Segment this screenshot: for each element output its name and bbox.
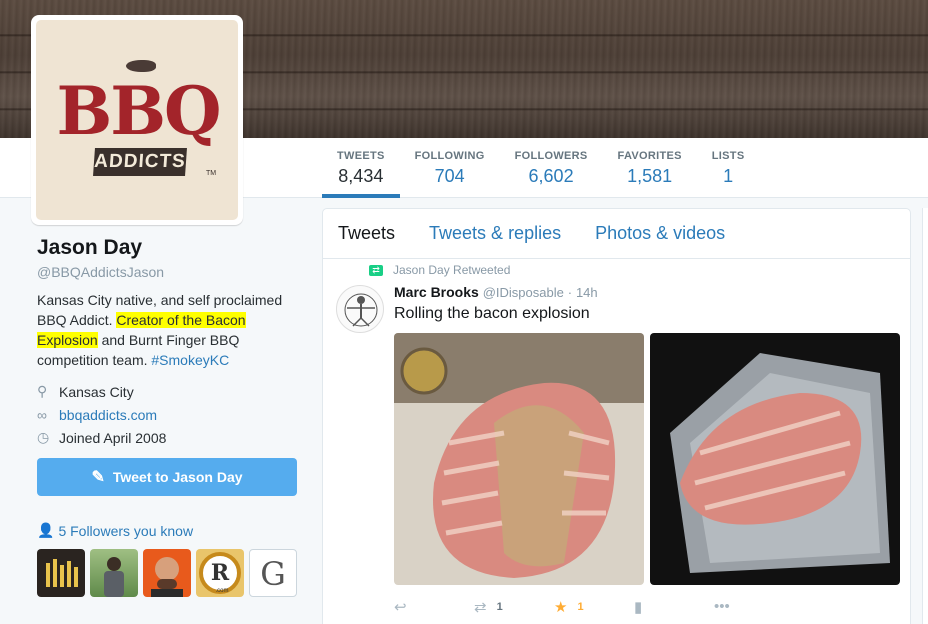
stat-label: FAVORITES [617,150,682,162]
g-logo-letter: G [260,555,286,593]
bacon-foil-photo [650,333,900,585]
follower-avatar-r-logo[interactable]: R .com [196,549,244,597]
bald-man-icon [151,557,183,597]
stat-tweets[interactable]: TWEETS 8,434 [322,138,400,198]
follower-avatar-bars[interactable] [37,549,85,597]
retweet-icon: ⇄ [369,264,383,276]
retweet-action-icon: ⇄ [474,599,487,616]
stat-lists[interactable]: LISTS 1 [697,138,760,198]
profile-stats: TWEETS 8,434 FOLLOWING 704 FOLLOWERS 6,6… [322,138,759,198]
bbq-addicts-logo: BBQ ADDICTS TM [36,20,238,220]
bio-highlight: Creator of the Bacon [116,312,246,328]
quill-icon: ✎ [91,469,105,486]
profile-handle[interactable]: @BBQAddictsJason [37,264,302,280]
bars-logo-icon [46,559,78,587]
stat-label: FOLLOWERS [514,150,588,162]
person-photo-icon [104,557,124,597]
favorite-button[interactable]: ★ 1 [554,598,584,616]
retweet-label[interactable]: Jason Day Retweeted [393,263,510,277]
link-icon: ∞ [37,406,47,423]
r-logo-icon: R .com [199,552,241,594]
retweet-context: ⇄ Jason Day Retweeted [369,263,510,277]
logo-bbq-text: BBQ [56,72,221,150]
stat-label: TWEETS [337,150,385,162]
website-row: ∞ bbqaddicts.com [37,403,302,426]
star-icon: ★ [554,599,568,616]
profile-avatar[interactable]: BBQ ADDICTS TM [31,15,243,225]
retweet-button[interactable]: ⇄ 1 [474,598,503,616]
tweet-author-avatar[interactable] [336,285,384,333]
r-logo-sub: .com [215,588,228,594]
tab-tweets-replies[interactable]: Tweets & replies [429,223,561,244]
tweet-photo-1[interactable] [394,333,644,585]
website-link[interactable]: bbqaddicts.com [59,407,157,423]
stat-value: 1 [723,166,734,186]
tweet-author-name[interactable]: Marc Brooks [394,284,479,300]
stat-following[interactable]: FOLLOWING 704 [400,138,500,198]
hashtag-link[interactable]: #SmokeyKC [151,352,229,368]
timeline-tabs: Tweets Tweets & replies Photos & videos [323,209,910,259]
calendar-icon: ◷ [37,429,50,445]
followers-you-know[interactable]: 👤 5 Followers you know [37,522,302,539]
stat-favorites[interactable]: FAVORITES 1,581 [603,138,697,198]
logo-addicts-text: ADDICTS [93,148,187,176]
stat-label: LISTS [711,150,745,162]
tweet-author-handle[interactable]: @IDisposable [483,285,564,300]
g-logo-icon: G [260,555,286,593]
profile-meta: ⚲ Kansas City ∞ bbqaddicts.com ◷ Joined … [37,380,302,449]
bar-chart-icon: ▮ [634,599,643,616]
stat-value: 8,434 [338,166,384,186]
tweet-actions: ↩ ⇄ 1 ★ 1 ▮ ••• [394,598,894,618]
tweet-to-label: Tweet to Jason Day [112,469,243,485]
followers-you-know-label: 5 Followers you know [58,522,194,539]
r-logo-letter: R [211,560,230,586]
follower-avatar-g-logo[interactable]: G [249,549,297,597]
tweet-header: Marc Brooks @IDisposable · 14h [394,284,598,300]
timeline-panel: Tweets Tweets & replies Photos & videos … [322,208,911,624]
stat-value: 6,602 [528,166,574,186]
follower-avatar-bald[interactable] [143,549,191,597]
reply-button[interactable]: ↩ [394,598,417,616]
bio-highlight: Explosion [37,332,98,348]
vitruvian-icon [344,293,378,327]
tweet-to-button[interactable]: ✎ Tweet to Jason Day [37,458,297,496]
tweet-text: Rolling the bacon explosion [394,305,590,322]
follower-avatar-person[interactable] [90,549,138,597]
stat-label: FOLLOWING [414,150,485,162]
location-row: ⚲ Kansas City [37,380,302,403]
profile-card: Jason Day @BBQAddictsJason Kansas City n… [37,236,302,597]
follower-thumbnails: R .com G [37,549,302,597]
more-dots-icon: ••• [714,598,730,615]
tab-tweets[interactable]: Tweets [338,223,395,244]
joined-text: Joined April 2008 [59,429,167,446]
tab-photos-videos[interactable]: Photos & videos [595,223,725,244]
joined-row: ◷ Joined April 2008 [37,426,302,449]
analytics-button[interactable]: ▮ [634,598,652,616]
stat-followers[interactable]: FOLLOWERS 6,602 [500,138,603,198]
profile-name[interactable]: Jason Day [37,236,302,260]
person-icon: 👤 [37,522,55,538]
tweet-time[interactable]: 14h [576,285,598,300]
favorite-count: 1 [577,601,584,613]
logo-tm: TM [206,170,217,177]
bacon-roll-photo [394,333,644,585]
right-sidebar-edge [922,208,928,624]
retweet-count: 1 [496,601,503,613]
tweet-photo-2[interactable] [650,333,900,585]
location-pin-icon: ⚲ [37,383,48,399]
profile-bio: Kansas City native, and self proclaimed … [37,290,302,370]
location-text: Kansas City [59,383,134,400]
stat-value: 1,581 [627,166,673,186]
stat-value: 704 [434,166,465,186]
reply-icon: ↩ [394,599,407,616]
more-button[interactable]: ••• [714,598,740,615]
pig-icon [126,60,156,72]
tweet-separator: · [567,285,573,300]
